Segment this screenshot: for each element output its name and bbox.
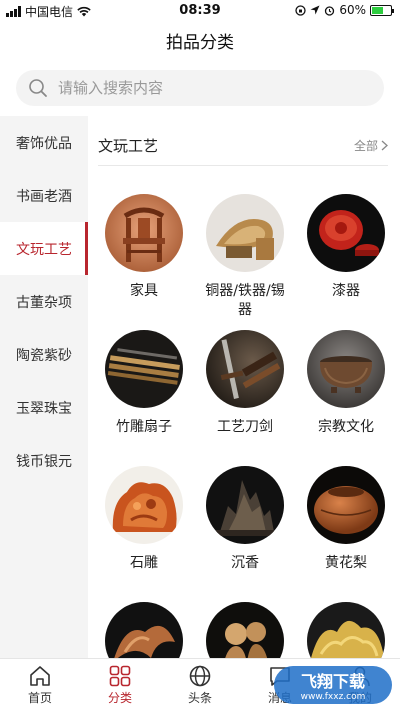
sword-image [206,330,284,408]
subcategory-item-rosewood[interactable]: 黄花梨 [306,466,386,602]
sidebar-item-coins[interactable]: 钱币银元 [0,434,88,487]
globe-icon [189,665,211,687]
bronze-ware-image [206,194,284,272]
sidebar-item-luxury[interactable]: 奢饰优品 [0,116,88,169]
rosewood-image [307,466,385,544]
subcategory-item-furniture[interactable]: 家具 [104,194,184,330]
subcategory-item-root-carving[interactable] [104,602,184,658]
category-icon [109,665,131,687]
subcategory-label: 家具 [130,283,158,299]
stone-carving-image [105,466,183,544]
sidebar-item-label: 玉翠珠宝 [16,400,72,417]
orientation-lock-icon [295,4,306,16]
page-title: 拍品分类 [166,33,234,53]
root-carving-image [105,602,183,658]
lacquer-ware-image [307,194,385,272]
category-sidebar: 奢饰优品 书画老酒 文玩工艺 古董杂项 陶瓷紫砂 玉翠珠宝 钱币银元 [0,116,88,658]
subcategory-label: 漆器 [332,283,360,299]
sidebar-item-label: 文玩工艺 [16,241,72,258]
section-title: 文玩工艺 [98,137,159,155]
sidebar-item-label: 奢饰优品 [16,135,72,152]
subcategory-label: 沉香 [231,555,259,571]
subcategory-label: 铜器/铁器/锡器 [205,283,285,318]
subcategory-item-gold-carving[interactable] [306,602,386,658]
status-bar: 中国电信 08:39 60% [0,0,400,22]
sidebar-item-painting-liquor[interactable]: 书画老酒 [0,169,88,222]
subcategory-item-sword[interactable]: 工艺刀剑 [205,330,285,466]
agarwood-image [206,466,284,544]
bamboo-fan-image [105,330,183,408]
tab-label: 分类 [107,691,132,705]
subcategory-label: 石雕 [130,555,158,571]
subcategory-grid: 家具 铜器/铁器/锡器 漆器 竹雕扇子 工艺刀剑 宗教文化 石雕 沉香 黄花梨 [104,194,394,658]
chevron-right-icon [381,140,388,151]
tab-headlines[interactable]: 头条 [160,659,240,711]
search-icon [29,79,47,97]
censer-image [307,330,385,408]
sidebar-item-jade-jewelry[interactable]: 玉翠珠宝 [0,381,88,434]
battery-icon [370,4,394,16]
view-all-link[interactable]: 全部 [354,137,388,154]
subcategory-label: 竹雕扇子 [116,419,172,435]
tab-label: 首页 [27,691,52,705]
subcategory-label: 宗教文化 [318,419,374,435]
sidebar-item-crafts[interactable]: 文玩工艺 [0,222,88,275]
sidebar-item-label: 书画老酒 [16,188,72,205]
status-right: 60% [295,3,394,17]
battery-percent: 60% [339,3,366,17]
subcategory-item-bamboo-fan[interactable]: 竹雕扇子 [104,330,184,466]
sidebar-item-antiques[interactable]: 古董杂项 [0,275,88,328]
tab-label: 头条 [187,691,212,705]
subcategory-item-agarwood[interactable]: 沉香 [205,466,285,602]
subcategory-item-lacquer-ware[interactable]: 漆器 [306,194,386,330]
search-input[interactable] [58,79,358,97]
furniture-image [105,194,183,272]
subcategory-item-figurine[interactable] [205,602,285,658]
watermark-url: www.fxxz.com [300,692,366,702]
figurine-image [206,602,284,658]
sidebar-item-label: 钱币银元 [16,453,72,470]
search-bar[interactable] [16,70,384,106]
gold-carving-image [307,602,385,658]
tab-category[interactable]: 分类 [80,659,160,711]
battery-fill [372,6,383,14]
category-content: 文玩工艺 全部 家具 铜器/铁器/锡器 漆器 竹雕扇子 工艺刀剑 宗教文化 石雕… [88,116,400,658]
subcategory-label: 工艺刀剑 [217,419,273,435]
location-icon [310,5,320,15]
subcategory-item-religious[interactable]: 宗教文化 [306,330,386,466]
sidebar-item-ceramics[interactable]: 陶瓷紫砂 [0,328,88,381]
section-header: 文玩工艺 全部 [98,132,388,166]
watermark-badge: 飞翔下载 www.fxxz.com [274,666,392,704]
subcategory-item-stone-carving[interactable]: 石雕 [104,466,184,602]
watermark-title: 飞翔下载 [300,672,365,691]
tab-home[interactable]: 首页 [0,659,80,711]
sidebar-item-label: 陶瓷紫砂 [16,347,72,364]
view-all-label: 全部 [353,139,378,153]
subcategory-item-bronze-ware[interactable]: 铜器/铁器/锡器 [205,194,285,330]
home-icon [30,666,50,686]
alarm-icon [325,5,335,16]
subcategory-label: 黄花梨 [325,555,367,571]
sidebar-item-label: 古董杂项 [16,294,72,311]
